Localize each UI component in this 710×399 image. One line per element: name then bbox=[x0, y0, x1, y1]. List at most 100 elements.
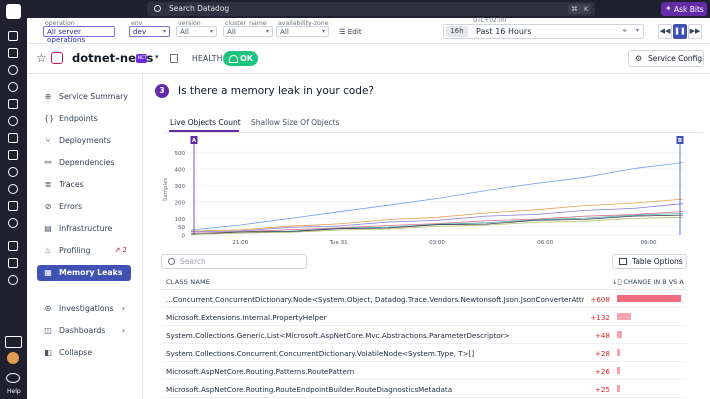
time-back-button[interactable]: ◀◀ bbox=[658, 24, 672, 39]
sidebar-item-label: Deployments bbox=[59, 136, 111, 145]
nav-logs-icon[interactable] bbox=[8, 133, 18, 143]
braces-icon: {} bbox=[44, 114, 55, 123]
copy-icon[interactable] bbox=[170, 54, 178, 63]
pin-icon[interactable]: ⌖ bbox=[622, 26, 627, 36]
nav-bits-icon[interactable] bbox=[8, 275, 18, 285]
sidebar-item-service-summary[interactable]: ⊕ Service Summary bbox=[37, 89, 131, 105]
chevron-right-icon: › bbox=[121, 304, 125, 313]
sidebar-item-endpoints[interactable]: {} Endpoints bbox=[37, 111, 131, 127]
user-avatar[interactable] bbox=[7, 352, 19, 364]
nav-security-icon[interactable] bbox=[8, 167, 18, 177]
service-switcher-chevron-icon[interactable]: ▾ bbox=[155, 53, 159, 61]
sidebar-item-dashboards[interactable]: ◫ Dashboards › bbox=[37, 323, 131, 339]
nav-apps-icon[interactable] bbox=[5, 336, 22, 348]
favorite-star-icon[interactable]: ☆ bbox=[36, 51, 47, 65]
sidebar-item-label: Service Summary bbox=[59, 92, 128, 101]
table-row[interactable]: Microsoft.Extensions.Internal.PropertyHe… bbox=[161, 308, 687, 326]
sidebar-item-profiling[interactable]: ♨ Profiling ⇗ 2 bbox=[37, 243, 131, 259]
sidebar-item-label: Dashboards bbox=[59, 326, 106, 335]
sidebar-item-label: Profiling bbox=[59, 246, 91, 255]
nav-events-icon[interactable] bbox=[8, 99, 18, 109]
y-tick-label: 0 bbox=[182, 234, 186, 240]
live-objects-chart[interactable]: 0 50 100 200 300 400 500 Samples 21:00 Tue 31 03:0… bbox=[158, 136, 693, 251]
chevron-down-icon: ▾ bbox=[321, 28, 325, 35]
time-range-picker[interactable]: 16h Past 16 Hours ⌖ ▾ bbox=[443, 24, 644, 39]
dotnet-badge: .NET bbox=[136, 54, 147, 63]
operation-filter-select[interactable]: All server operations bbox=[43, 26, 115, 44]
col-class-name[interactable]: CLASS NAME bbox=[166, 278, 210, 286]
graph-icon: ⚯ bbox=[44, 158, 52, 167]
sidebar-item-label: Investigations bbox=[59, 304, 114, 313]
cluster-filter-select[interactable]: All ▾ bbox=[223, 26, 273, 37]
pause-button[interactable]: ❚❚ bbox=[673, 24, 687, 39]
sidebar-item-memory-leaks[interactable]: ▦ Memory Leaks bbox=[37, 265, 131, 281]
col-change-b-vs-a[interactable]: ↓⃝ CHANGE IN B VS A bbox=[612, 278, 684, 286]
nav-software-delivery-icon[interactable] bbox=[8, 201, 18, 211]
row-change-value: +28 bbox=[594, 349, 610, 358]
table-row[interactable]: ...Concurrent.ConcurrentDictionary.Node<… bbox=[161, 290, 687, 308]
time-forward-button[interactable]: ▶▶ bbox=[688, 24, 702, 39]
row-change-bar bbox=[617, 295, 681, 302]
health-label: HEALTH bbox=[192, 54, 223, 63]
datadog-logo-icon[interactable] bbox=[6, 4, 21, 19]
sidebar-item-errors[interactable]: ⊘ Errors bbox=[37, 199, 131, 215]
profiling-count-badge: ⇗ 2 bbox=[114, 246, 127, 254]
sidebar-item-dependencies[interactable]: ⚯ Dependencies bbox=[37, 155, 131, 171]
table-row[interactable]: System.Collections.Concurrent.Concurrent… bbox=[161, 344, 687, 362]
sidebar-item-traces[interactable]: ≣ Traces bbox=[37, 177, 131, 193]
zone-filter-select[interactable]: All ▾ bbox=[276, 26, 329, 37]
col-change-label: CHANGE IN B VS A bbox=[623, 278, 684, 286]
nav-watchdog-icon[interactable] bbox=[8, 31, 18, 41]
service-config-button[interactable]: ⚙ Service Config bbox=[628, 50, 704, 67]
row-change-value: +608 bbox=[590, 295, 610, 304]
version-filter-select[interactable]: All ▾ bbox=[176, 26, 217, 37]
tab-shallow-size-of-objects[interactable]: Shallow Size Of Objects bbox=[251, 118, 339, 127]
nav-dashboards-icon[interactable] bbox=[8, 48, 18, 58]
sidebar-item-collapse[interactable]: ◧ Collapse bbox=[37, 345, 131, 361]
time-range-value: Past 16 Hours bbox=[476, 27, 532, 36]
sidebar-item-deployments[interactable]: ⑂ Deployments bbox=[37, 133, 131, 149]
search-icon bbox=[154, 5, 161, 12]
sidebar-item-infrastructure[interactable]: ▤ Infrastructure bbox=[37, 221, 131, 237]
global-search-input[interactable]: Search Datadog ⌘ K bbox=[147, 2, 595, 16]
errors-icon: ⊘ bbox=[44, 202, 52, 211]
x-tick-label: 21:00 bbox=[232, 240, 248, 246]
health-status-badge[interactable]: OK bbox=[223, 51, 258, 66]
table-options-button[interactable]: Table Options bbox=[612, 254, 687, 269]
x-tick-label: 03:00 bbox=[429, 240, 445, 246]
search-icon bbox=[168, 258, 175, 265]
nav-apm-icon[interactable] bbox=[8, 116, 18, 126]
row-class-name: Microsoft.AspNetCore.Routing.Patterns.Ro… bbox=[166, 367, 355, 376]
series-line bbox=[190, 214, 684, 235]
table-search-input[interactable]: Search bbox=[161, 254, 307, 269]
nav-monitors-icon[interactable] bbox=[8, 82, 18, 92]
tab-live-objects-count[interactable]: Live Objects Count bbox=[170, 118, 241, 127]
edit-filters-button[interactable]: ☰ Edit bbox=[339, 27, 362, 36]
profiling-count: 2 bbox=[122, 246, 127, 254]
row-class-name: Microsoft.AspNetCore.Routing.RouteEndpoi… bbox=[166, 385, 453, 394]
branch-icon: ⑂ bbox=[45, 136, 51, 145]
table-row[interactable]: System.Collections.Generic.List<Microsof… bbox=[161, 326, 687, 344]
row-class-name: System.Collections.Generic.List<Microsof… bbox=[166, 331, 510, 340]
gear-icon: ⚙ bbox=[635, 54, 643, 63]
nav-metrics-icon[interactable] bbox=[8, 150, 18, 160]
nav-service-mgmt-icon[interactable] bbox=[8, 218, 18, 228]
sidebar-item-investigations[interactable]: ⊛ Investigations › bbox=[37, 301, 131, 317]
sort-desc-icon: ↓⃝ bbox=[612, 278, 624, 286]
sidebar-item-label: Traces bbox=[59, 180, 84, 189]
nav-help-icon[interactable] bbox=[6, 373, 20, 383]
flame-icon: ♨ bbox=[44, 246, 52, 255]
table-row[interactable]: Microsoft.AspNetCore.Routing.RouteEndpoi… bbox=[161, 380, 687, 398]
shortcut-cmd-key: ⌘ bbox=[568, 4, 581, 14]
main-content: 3 Is there a memory leak in your code? L… bbox=[143, 74, 710, 399]
nav-notebooks-icon[interactable] bbox=[8, 258, 18, 268]
filter-icon: ☰ bbox=[339, 27, 348, 36]
nav-infrastructure-icon[interactable] bbox=[8, 65, 18, 75]
nav-integrations-icon[interactable] bbox=[8, 241, 18, 251]
ask-bits-button[interactable]: Ask Bits bbox=[661, 2, 707, 16]
marker-a-label: A bbox=[192, 138, 197, 144]
nav-digital-experience-icon[interactable] bbox=[8, 184, 18, 194]
filter-bar: operation All server operations env dev … bbox=[27, 18, 710, 44]
env-filter-select[interactable]: dev ▾ bbox=[129, 26, 170, 37]
table-row[interactable]: Microsoft.AspNetCore.Routing.Patterns.Ro… bbox=[161, 362, 687, 380]
